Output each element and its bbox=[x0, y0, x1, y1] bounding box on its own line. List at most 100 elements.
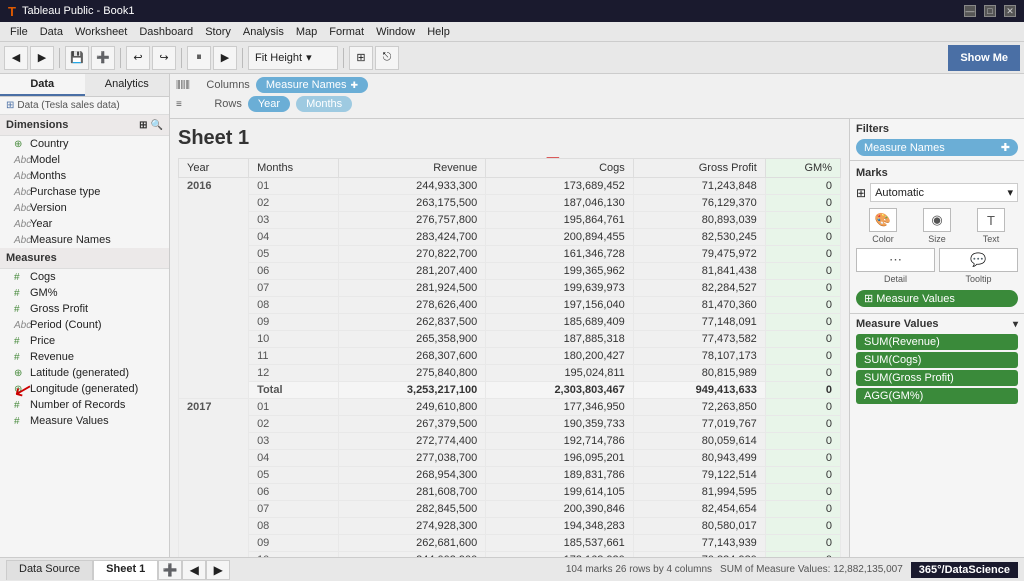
gross-profit-cell: 79,122,514 bbox=[633, 467, 765, 484]
rows-pill-months[interactable]: Months bbox=[296, 96, 352, 112]
save-btn[interactable]: 💾 bbox=[65, 46, 89, 70]
marks-size-btn[interactable]: ◉ Size bbox=[923, 208, 951, 244]
th-year: Year bbox=[179, 159, 249, 178]
filter-pill-measure-names[interactable]: Measure Names ✚ bbox=[856, 139, 1018, 156]
th-gross-profit: Gross Profit bbox=[633, 159, 765, 178]
gross-profit-cell: 80,893,039 bbox=[633, 212, 765, 229]
columns-pill-measure-names[interactable]: Measure Names ✚ bbox=[256, 77, 368, 93]
rows-pill-year[interactable]: Year bbox=[248, 96, 290, 112]
sidebar-tabs: Data Analytics bbox=[0, 74, 169, 97]
measure-measure-values[interactable]: # Measure Values bbox=[0, 413, 169, 429]
pause-btn[interactable]: ⏸ bbox=[187, 46, 211, 70]
menu-analysis[interactable]: Analysis bbox=[237, 25, 290, 39]
fix-size-btn[interactable]: ⊞ bbox=[349, 46, 373, 70]
back-btn[interactable]: ◀ bbox=[4, 46, 28, 70]
menu-dashboard[interactable]: Dashboard bbox=[133, 25, 199, 39]
nav-next-btn[interactable]: ▶ bbox=[206, 560, 230, 580]
menu-story[interactable]: Story bbox=[199, 25, 237, 39]
run-btn[interactable]: ▶ bbox=[213, 46, 237, 70]
menu-data[interactable]: Data bbox=[34, 25, 69, 39]
close-btn[interactable]: ✕ bbox=[1004, 5, 1016, 17]
menu-worksheet[interactable]: Worksheet bbox=[69, 25, 133, 39]
mv-pill-gross-profit[interactable]: SUM(Gross Profit) bbox=[856, 370, 1018, 386]
redo-btn[interactable]: ↪ bbox=[152, 46, 176, 70]
add-datasource-btn[interactable]: ➕ bbox=[91, 46, 115, 70]
menu-help[interactable]: Help bbox=[421, 25, 456, 39]
cogs-cell: 200,390,846 bbox=[486, 501, 634, 518]
revenue-cell: 282,845,500 bbox=[338, 501, 486, 518]
menu-format[interactable]: Format bbox=[323, 25, 370, 39]
menu-file[interactable]: File bbox=[4, 25, 34, 39]
table-row: 08 278,626,400 197,156,040 81,470,360 0 bbox=[179, 297, 841, 314]
data-source-label[interactable]: ⊞ Data (Tesla sales data) bbox=[0, 97, 169, 115]
measure-longitude[interactable]: ⊕ Longitude (generated) bbox=[0, 381, 169, 397]
dim-country[interactable]: ⊕ Country bbox=[0, 136, 169, 152]
status-sum: SUM of Measure Values: 12,882,135,007 bbox=[720, 564, 903, 575]
tab-sheet1[interactable]: Sheet 1 bbox=[93, 560, 158, 580]
tab-data[interactable]: Data bbox=[0, 74, 85, 96]
gm-cell: 0 bbox=[765, 314, 840, 331]
table-row: 04 283,424,700 200,894,455 82,530,245 0 bbox=[179, 229, 841, 246]
dim-version[interactable]: Abc Version bbox=[0, 200, 169, 216]
abc-icon: Abc bbox=[14, 187, 26, 198]
window-controls[interactable]: — □ ✕ bbox=[964, 5, 1016, 17]
mv-dropdown-icon[interactable]: ▾ bbox=[1013, 319, 1018, 330]
marks-tooltip-btn[interactable]: 💬 Tooltip bbox=[939, 248, 1018, 284]
measure-gross-profit[interactable]: # Gross Profit bbox=[0, 301, 169, 317]
measure-revenue[interactable]: # Revenue bbox=[0, 349, 169, 365]
measure-num-records[interactable]: # Number of Records bbox=[0, 397, 169, 413]
dim-year[interactable]: Abc Year bbox=[0, 216, 169, 232]
revenue-cell: 281,207,400 bbox=[338, 263, 486, 280]
dim-months[interactable]: Abc Months bbox=[0, 168, 169, 184]
table-row: 04 277,038,700 196,095,201 80,943,499 0 bbox=[179, 450, 841, 467]
month-cell: 03 bbox=[249, 212, 339, 229]
search-icon[interactable]: 🔍 bbox=[151, 120, 163, 131]
show-me-button[interactable]: Show Me bbox=[948, 45, 1020, 71]
forward-btn[interactable]: ▶ bbox=[30, 46, 54, 70]
sort-icon[interactable]: ⊞ bbox=[139, 120, 147, 131]
tab-datasource[interactable]: Data Source bbox=[6, 560, 93, 580]
marks-detail-btn[interactable]: ⋯ Detail bbox=[856, 248, 935, 284]
gross-profit-cell: 72,263,850 bbox=[633, 399, 765, 416]
mv-pill-agg-gm[interactable]: AGG(GM%) ← bbox=[856, 388, 1018, 404]
mv-pill-revenue[interactable]: SUM(Revenue) bbox=[856, 334, 1018, 350]
month-cell: 02 bbox=[249, 416, 339, 433]
dim-model[interactable]: Abc Model bbox=[0, 152, 169, 168]
undo-btn[interactable]: ↩ bbox=[126, 46, 150, 70]
gm-cell: 0 bbox=[765, 280, 840, 297]
gm-cell: 0 bbox=[765, 229, 840, 246]
cogs-cell: 185,689,409 bbox=[486, 314, 634, 331]
dim-purchase-type[interactable]: Abc Purchase type bbox=[0, 184, 169, 200]
fit-dropdown[interactable]: Fit Height ▾ bbox=[248, 46, 338, 70]
separator-1 bbox=[59, 48, 60, 68]
revenue-cell: 263,175,500 bbox=[338, 195, 486, 212]
marks-buttons: 🎨 Color ◉ Size T Text bbox=[856, 208, 1018, 244]
cogs-cell: 194,348,283 bbox=[486, 518, 634, 535]
add-sheet-btn[interactable]: ➕ bbox=[158, 560, 182, 580]
mv-pill-cogs[interactable]: SUM(Cogs) bbox=[856, 352, 1018, 368]
gm-cell: 0 bbox=[765, 433, 840, 450]
share-btn[interactable]: ⎋ bbox=[375, 46, 399, 70]
nav-prev-btn[interactable]: ◀ bbox=[182, 560, 206, 580]
measure-values-shelf-pill[interactable]: ⊞ Measure Values bbox=[856, 290, 1018, 307]
measure-price[interactable]: # Price bbox=[0, 333, 169, 349]
color-icon: 🎨 bbox=[869, 208, 897, 232]
mv-shelf-icon: ⊞ bbox=[864, 292, 873, 305]
marks-text-btn[interactable]: T Text bbox=[977, 208, 1005, 244]
measure-cogs[interactable]: # Cogs bbox=[0, 269, 169, 285]
measure-gm[interactable]: # GM% bbox=[0, 285, 169, 301]
separator-2 bbox=[120, 48, 121, 68]
globe-icon: ⊕ bbox=[14, 384, 26, 395]
menu-window[interactable]: Window bbox=[370, 25, 421, 39]
tab-analytics[interactable]: Analytics bbox=[85, 74, 170, 96]
marks-color-btn[interactable]: 🎨 Color bbox=[869, 208, 897, 244]
measure-period[interactable]: Abc Period (Count) bbox=[0, 317, 169, 333]
rows-label: Rows bbox=[192, 98, 242, 110]
maximize-btn[interactable]: □ bbox=[984, 5, 996, 17]
table-row: 08 274,928,300 194,348,283 80,580,017 0 bbox=[179, 518, 841, 535]
menu-map[interactable]: Map bbox=[290, 25, 323, 39]
minimize-btn[interactable]: — bbox=[964, 5, 976, 17]
marks-type-dropdown[interactable]: Automatic ▾ bbox=[870, 183, 1018, 202]
measure-latitude[interactable]: ⊕ Latitude (generated) bbox=[0, 365, 169, 381]
dim-measure-names[interactable]: Abc Measure Names bbox=[0, 232, 169, 248]
